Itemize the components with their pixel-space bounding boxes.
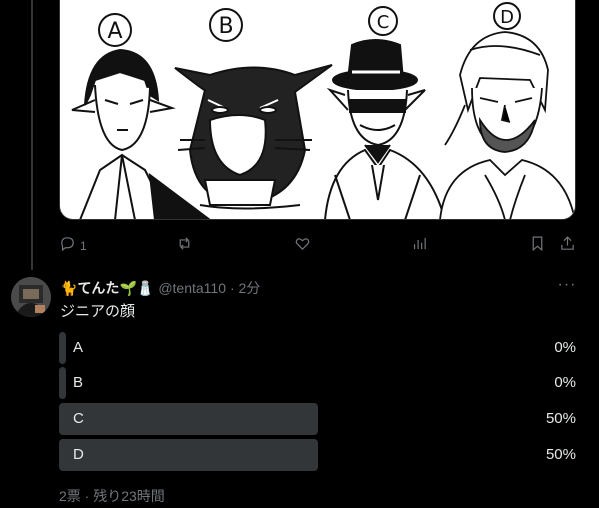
retweet-icon [179,236,190,250]
poll-option-label: D [73,446,84,463]
like-icon [295,237,310,250]
timestamp[interactable]: · 2分 [230,278,260,298]
share-button[interactable] [559,232,576,254]
tweet-action-bar: 1 [59,232,579,254]
like-button[interactable] [294,232,311,254]
reply-count: 1 [80,239,87,253]
poll-option-label: B [73,374,84,391]
tweet-header: 🐈 てんた 🌱🧂 @tenta110 · 2分 [60,279,260,297]
avatar[interactable] [11,277,51,317]
avatar-image [11,277,51,317]
tweet-text: ジニアの顔 [60,303,136,320]
panel-letter-c: C [377,12,390,33]
poll-option-label: C [73,410,84,427]
user-handle[interactable]: @tenta110 [158,280,226,296]
poll-bar [59,439,318,471]
poll-option-c: C 50% [59,403,579,435]
poll-option-b: B 0% [59,367,579,399]
bookmark-button[interactable] [529,232,546,254]
reply-icon [61,236,74,251]
panel-letter-d: D [500,7,514,28]
panel-letter-b: B [218,14,233,39]
poll-bar [59,367,66,399]
poll-option-percent: 50% [545,410,576,427]
poll-option-percent: 0% [554,339,576,356]
views-button[interactable] [411,232,428,254]
reply-button[interactable]: 1 [59,232,87,254]
panel-letter-a: A [107,19,122,44]
thread-connector-line [31,0,33,270]
cat-emoji: 🐈 [60,279,78,296]
name-emojis: 🌱🧂 [119,279,155,296]
more-options-button[interactable]: ··· [556,277,578,297]
character-illustration: A B C D [71,2,575,219]
bookmark-icon [532,236,543,251]
poll-meta: 2票 · 残り23時間 [59,488,165,504]
display-name[interactable]: てんた [77,278,119,298]
poll-option-a: A 0% [59,332,579,364]
views-icon [413,237,426,249]
tweet-image[interactable]: A B C D [59,0,576,220]
poll-bar [59,403,318,435]
share-icon [561,235,574,250]
poll-option-percent: 0% [554,374,576,391]
poll-bar [59,332,66,364]
poll-option-d: D 50% [59,439,579,471]
poll-option-label: A [73,339,84,356]
retweet-button[interactable] [176,232,193,254]
poll-option-percent: 50% [545,446,576,463]
